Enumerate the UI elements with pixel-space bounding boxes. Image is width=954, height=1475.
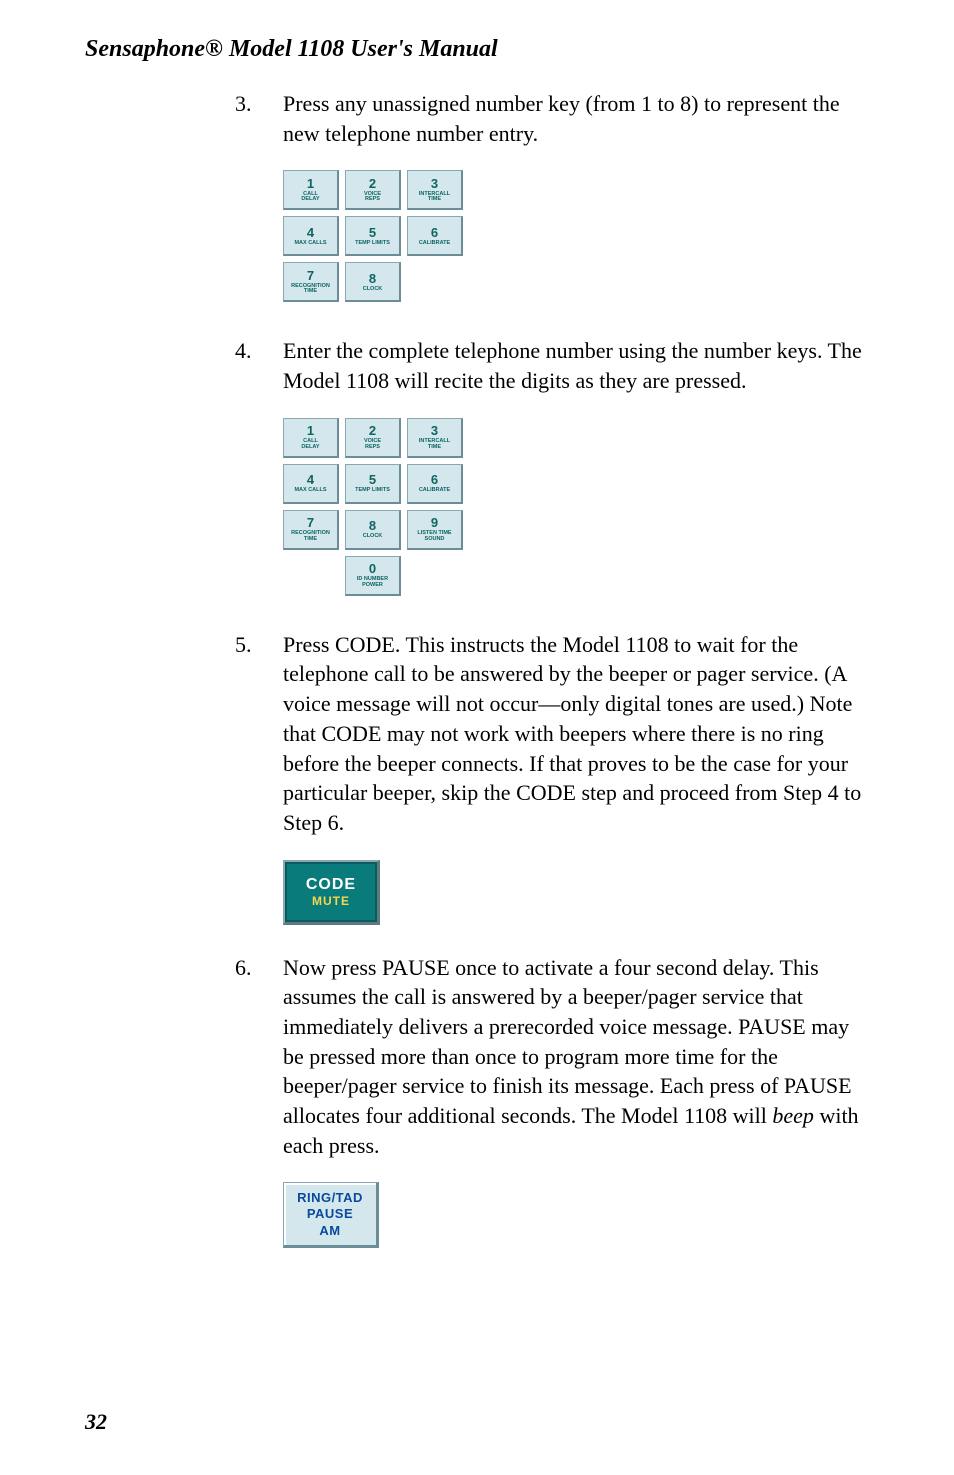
keypad-key-7: 7RECOGNITION TIME — [283, 262, 339, 302]
keypad-key-7b: 7RECOGNITION TIME — [283, 510, 339, 550]
step-6-text-before: Now press PAUSE once to activate a four … — [283, 955, 852, 1128]
keypad-key-8b: 8CLOCK — [345, 510, 401, 550]
step-5-text: Press CODE. This instructs the Model 110… — [283, 630, 869, 838]
keypad-key-0b: 0ID NUMBER POWER — [345, 556, 401, 596]
step-6-number: 6. — [235, 953, 283, 1161]
keypad-key-3: 3INTERCALL TIME — [407, 170, 463, 210]
step-6: 6. Now press PAUSE once to activate a fo… — [235, 953, 869, 1161]
step-5: 5. Press CODE. This instructs the Model … — [235, 630, 869, 838]
ring-tad-line2: PAUSE — [307, 1206, 353, 1222]
code-button-line2: MUTE — [312, 894, 350, 908]
keypad-key-2b: 2VOICE REPS — [345, 418, 401, 458]
step-4: 4. Enter the complete telephone number u… — [235, 336, 869, 395]
keypad-key-1b: 1CALL DELAY — [283, 418, 339, 458]
keypad-key-1: 1CALL DELAY — [283, 170, 339, 210]
step-3-number: 3. — [235, 89, 283, 148]
step-5-number: 5. — [235, 630, 283, 838]
code-button-line1: CODE — [306, 876, 356, 894]
keypad-key-5: 5TEMP LIMITS — [345, 216, 401, 256]
keypad-figure-2: 1CALL DELAY 2VOICE REPS 3INTERCALL TIME … — [283, 418, 475, 602]
step-3-text: Press any unassigned number key (from 1 … — [283, 89, 869, 148]
keypad-key-3b: 3INTERCALL TIME — [407, 418, 463, 458]
ring-tad-line1: RING/TAD — [297, 1190, 363, 1206]
keypad-key-6: 6CALIBRATE — [407, 216, 463, 256]
keypad-key-6b: 6CALIBRATE — [407, 464, 463, 504]
keypad-key-4b: 4MAX CALLS — [283, 464, 339, 504]
ring-tad-line3: AM — [319, 1223, 340, 1239]
running-head: Sensaphone® Model 1108 User's Manual — [85, 36, 869, 63]
keypad-key-5b: 5TEMP LIMITS — [345, 464, 401, 504]
step-6-em: beep — [772, 1103, 814, 1128]
code-button-figure: CODE MUTE — [283, 860, 380, 925]
keypad-key-9b: 9LISTEN TIME SOUND — [407, 510, 463, 550]
page-number: 32 — [85, 1409, 107, 1435]
keypad-key-2: 2VOICE REPS — [345, 170, 401, 210]
ring-tad-button-figure: RING/TAD PAUSE AM — [283, 1182, 379, 1248]
keypad-figure-1: 1CALL DELAY 2VOICE REPS 3INTERCALL TIME … — [283, 170, 475, 308]
keypad-key-8: 8CLOCK — [345, 262, 401, 302]
step-3: 3. Press any unassigned number key (from… — [235, 89, 869, 148]
step-4-text: Enter the complete telephone number usin… — [283, 336, 869, 395]
step-6-text: Now press PAUSE once to activate a four … — [283, 953, 869, 1161]
step-4-number: 4. — [235, 336, 283, 395]
keypad-key-4: 4MAX CALLS — [283, 216, 339, 256]
